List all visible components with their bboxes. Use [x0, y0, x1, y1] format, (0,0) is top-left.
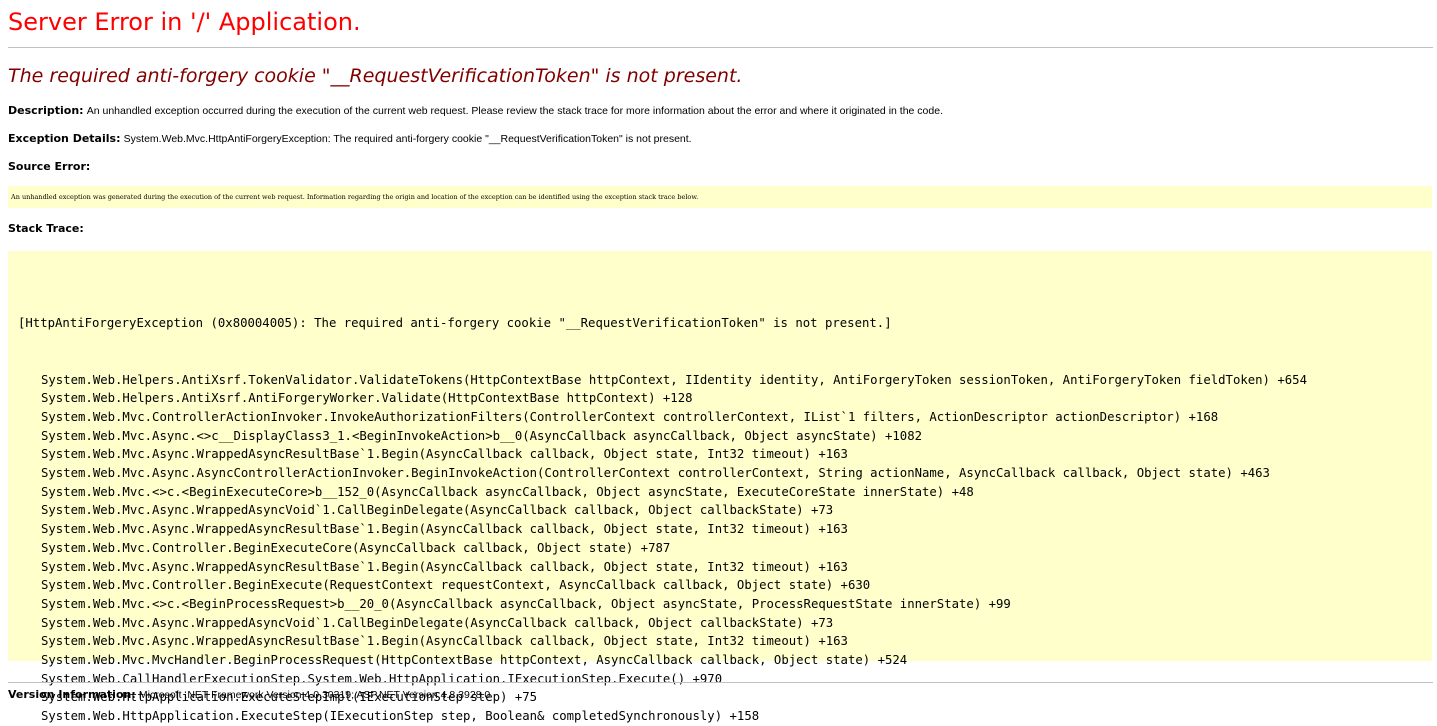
stack-trace-header: [HttpAntiForgeryException (0x80004005): …	[18, 316, 892, 331]
description-text: An unhandled exception occurred during t…	[86, 105, 943, 117]
title-divider	[8, 47, 1433, 48]
exception-details-text: System.Web.Mvc.HttpAntiForgeryException:…	[123, 133, 692, 145]
stack-frame: System.Web.Mvc.MvcHandler.BeginProcessRe…	[41, 653, 908, 668]
exception-details-label: Exception Details:	[8, 132, 121, 145]
source-error-box: An unhandled exception was generated dur…	[8, 186, 1432, 208]
source-error-heading: Source Error:	[8, 160, 90, 175]
stack-frame: System.Web.Mvc.Async.WrappedAsyncResultB…	[41, 522, 848, 537]
version-information-text: Microsoft .NET Framework Version:4.0.303…	[138, 689, 491, 701]
stack-frame: System.Web.Mvc.<>c.<BeginExecuteCore>b__…	[41, 484, 974, 499]
stack-frame: System.Web.Mvc.Controller.BeginExecuteCo…	[41, 540, 671, 555]
stack-frame: System.Web.Mvc.Async.AsyncControllerActi…	[41, 466, 1270, 481]
stack-frame: System.Web.Mvc.Async.WrappedAsyncResultB…	[41, 447, 848, 462]
stack-trace-label: Stack Trace:	[8, 222, 84, 235]
description-label: Description:	[8, 104, 84, 117]
exception-details-row: Exception Details: System.Web.Mvc.HttpAn…	[8, 132, 692, 147]
stack-trace-box: [HttpAntiForgeryException (0x80004005): …	[8, 251, 1432, 723]
stack-frame: System.Web.Mvc.Async.WrappedAsyncResultB…	[41, 559, 848, 574]
stack-trace-text: [HttpAntiForgeryException (0x80004005): …	[18, 277, 1307, 726]
stack-frame: System.Web.Helpers.AntiXsrf.TokenValidat…	[41, 372, 1307, 387]
stack-frame: System.Web.Mvc.Async.WrappedAsyncResultB…	[41, 634, 848, 649]
stack-frame: System.Web.Mvc.Async.WrappedAsyncVoid`1.…	[41, 615, 834, 630]
stack-frame: System.Web.HttpApplication.ExecuteStep(I…	[41, 709, 760, 724]
stack-trace-heading: Stack Trace:	[8, 222, 84, 237]
stack-frame: System.Web.Mvc.Async.<>c__DisplayClass3_…	[41, 428, 922, 443]
stack-frame: System.Web.Mvc.<>c.<BeginProcessRequest>…	[41, 596, 1011, 611]
stack-frame: System.Web.Mvc.Async.WrappedAsyncVoid`1.…	[41, 503, 834, 518]
stack-frame: System.Web.CallHandlerExecutionStep.Syst…	[41, 671, 723, 686]
stack-frame: System.Web.Mvc.Controller.BeginExecute(R…	[41, 578, 871, 593]
version-information-label: Version Information:	[8, 688, 136, 701]
source-error-label: Source Error:	[8, 160, 91, 173]
footer-divider	[8, 682, 1433, 683]
stack-frame: System.Web.Mvc.ControllerActionInvoker.I…	[41, 409, 1219, 424]
page-title: Server Error in '/' Application.	[8, 8, 361, 36]
stack-frame: System.Web.Helpers.AntiXsrf.AntiForgeryW…	[41, 391, 693, 406]
description-row: Description: An unhandled exception occu…	[8, 104, 943, 119]
error-message-heading: The required anti-forgery cookie "__Requ…	[8, 65, 743, 87]
version-information-row: Version Information: Microsoft .NET Fram…	[8, 688, 490, 703]
